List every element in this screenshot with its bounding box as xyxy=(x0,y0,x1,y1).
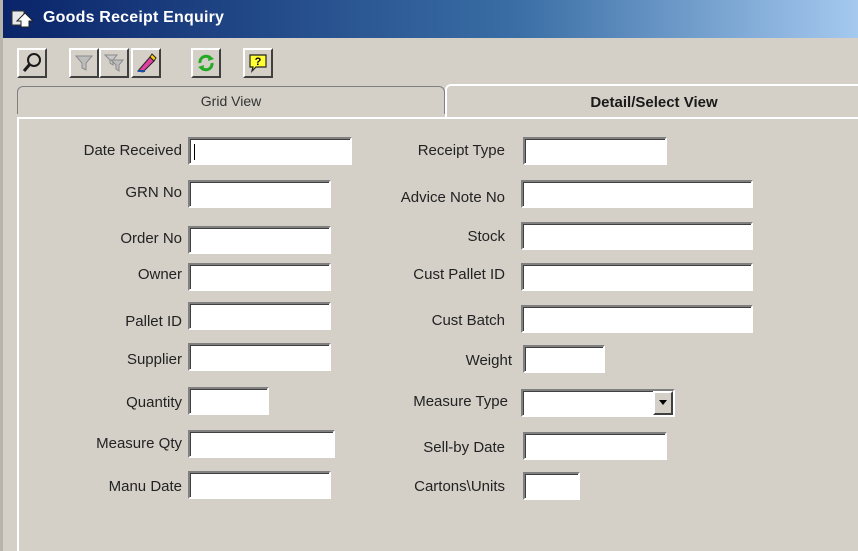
cartons-units-label: Cartons\Units xyxy=(414,478,505,495)
cust-batch-label: Cust Batch xyxy=(431,312,505,329)
window-title: Goods Receipt Enquiry xyxy=(43,9,225,26)
dropdown-button[interactable] xyxy=(653,391,673,415)
cust-pallet-id-label: Cust Pallet ID xyxy=(413,266,505,283)
search-button[interactable] xyxy=(17,48,47,78)
tab-grid-view[interactable]: Grid View xyxy=(17,86,445,114)
weight-label: Weight xyxy=(465,352,512,369)
refresh-button[interactable] xyxy=(191,48,221,78)
svg-text:?: ? xyxy=(255,56,262,68)
date-received-field[interactable] xyxy=(188,137,352,165)
title-bar: Goods Receipt Enquiry xyxy=(3,0,858,38)
sell-by-date-label: Sell-by Date xyxy=(423,439,505,456)
help-button[interactable]: ? xyxy=(243,48,273,78)
funnel-icon xyxy=(74,55,94,71)
tab-strip: Grid View Detail/Select View xyxy=(17,84,858,120)
receipt-type-field[interactable] xyxy=(523,137,667,165)
measure-type-select[interactable] xyxy=(521,389,675,417)
eraser-icon xyxy=(137,53,157,73)
weight-field[interactable] xyxy=(523,345,605,373)
date-received-label: Date Received xyxy=(83,142,182,159)
help-icon: ? xyxy=(249,54,267,73)
supplier-label: Supplier xyxy=(126,351,182,368)
supplier-field[interactable] xyxy=(188,343,331,371)
advice-note-no-label: Advice Note No xyxy=(400,189,505,206)
magnifier-icon xyxy=(22,53,41,72)
advice-note-no-field[interactable] xyxy=(521,180,753,208)
toolbar: ? xyxy=(3,40,858,86)
funnel-multi-icon xyxy=(103,54,125,72)
filter-button[interactable] xyxy=(69,48,99,78)
text-caret xyxy=(194,144,195,160)
refresh-icon xyxy=(198,54,214,72)
app-icon xyxy=(11,9,37,29)
measure-qty-field[interactable] xyxy=(188,430,335,458)
tab-detail-select-view[interactable]: Detail/Select View xyxy=(445,84,858,118)
sell-by-date-field[interactable] xyxy=(523,432,667,460)
order-no-field[interactable] xyxy=(188,226,331,254)
owner-label: Owner xyxy=(137,266,182,283)
grn-no-label: GRN No xyxy=(125,184,182,201)
measure-qty-label: Measure Qty xyxy=(96,435,182,452)
receipt-type-label: Receipt Type xyxy=(417,142,505,159)
order-no-label: Order No xyxy=(120,230,182,247)
goods-receipt-window: Goods Receipt Enquiry ? Grid View Detail… xyxy=(0,0,858,551)
cartons-units-field[interactable] xyxy=(523,472,580,500)
stock-field[interactable] xyxy=(521,222,753,250)
stock-label: Stock xyxy=(467,228,505,245)
quantity-field[interactable] xyxy=(188,387,269,415)
grn-no-field[interactable] xyxy=(188,180,331,208)
manu-date-label: Manu Date xyxy=(108,478,182,495)
pallet-id-field[interactable] xyxy=(188,302,331,330)
clear-fields-button[interactable] xyxy=(131,48,161,78)
manu-date-field[interactable] xyxy=(188,471,331,499)
chevron-down-icon xyxy=(659,400,667,405)
quantity-label: Quantity xyxy=(126,394,182,411)
cust-pallet-id-field[interactable] xyxy=(521,263,753,291)
cust-batch-field[interactable] xyxy=(521,305,753,333)
filter-clear-button[interactable] xyxy=(99,48,129,78)
owner-field[interactable] xyxy=(188,263,331,291)
measure-type-label: Measure Type xyxy=(413,393,508,410)
pallet-id-label: Pallet ID xyxy=(125,313,182,330)
